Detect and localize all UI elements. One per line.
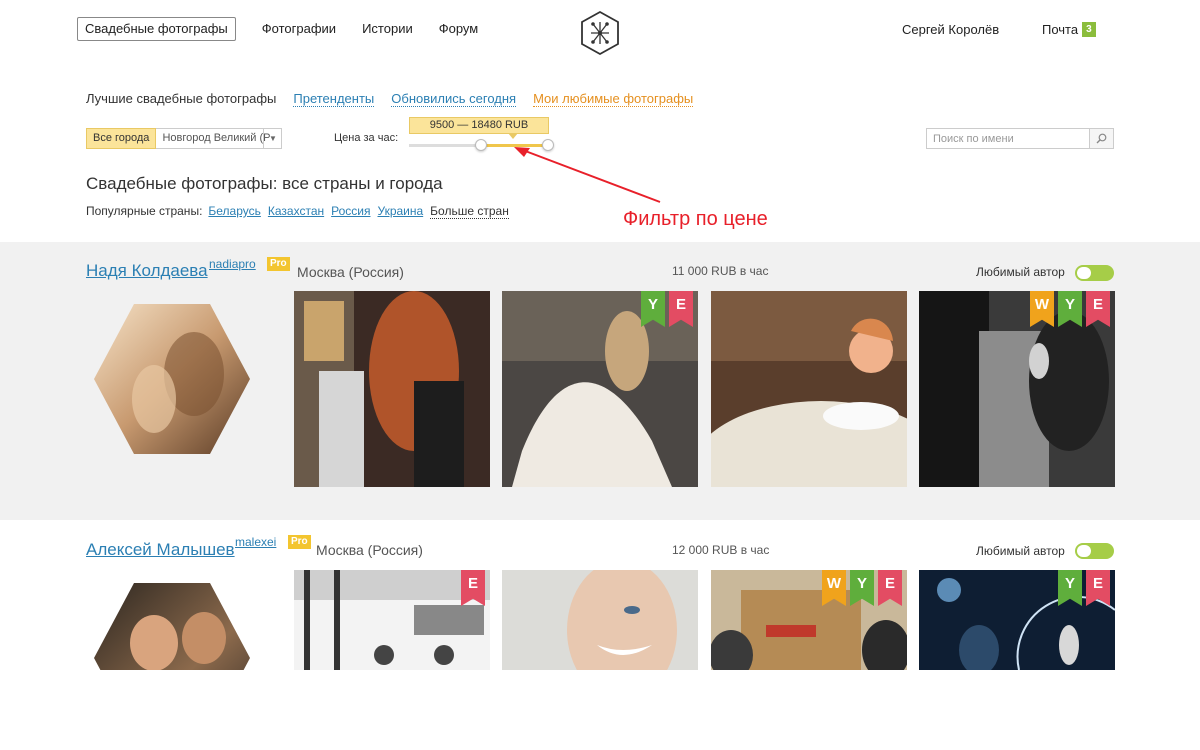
country-link-russia[interactable]: Россия (331, 204, 370, 219)
country-link-ukraine[interactable]: Украина (377, 204, 423, 219)
search-button[interactable] (1089, 129, 1113, 148)
photo-ribbons: Y E (637, 291, 693, 327)
ribbon-e-icon: E (1086, 570, 1110, 606)
tab-contenders[interactable]: Претенденты (293, 91, 375, 107)
nav-forum[interactable]: Форум (439, 18, 479, 40)
photo-image (711, 291, 907, 487)
photographer-avatar[interactable] (94, 583, 250, 670)
ribbon-w-icon: W (1030, 291, 1054, 327)
photo-image (502, 570, 698, 670)
pro-badge: Pro (267, 257, 290, 271)
photo-ribbons: Y E (1054, 570, 1110, 606)
portfolio-photo[interactable]: E (294, 570, 490, 670)
ribbon-w-icon: W (822, 570, 846, 606)
photo-ribbons: W Y E (1026, 291, 1110, 327)
nav-stories[interactable]: Истории (362, 18, 413, 40)
page-title: Свадебные фотографы: все страны и города (86, 174, 443, 193)
city-select-value: Новгород Великий (Р (162, 132, 271, 144)
photographer-name-link[interactable]: Надя Колдаева (86, 261, 208, 281)
main-nav: Свадебные фотографы Фотографии Истории Ф… (77, 17, 504, 41)
photo-ribbons: W Y E (818, 570, 902, 606)
photographer-rate: 11 000 RUB в час (672, 264, 769, 278)
ribbon-e-icon: E (669, 291, 693, 327)
portfolio-photo[interactable]: Y E (919, 570, 1115, 670)
listing-tabs: Лучшие свадебные фотографы Претенденты О… (86, 91, 710, 107)
favorite-author-toggle[interactable] (1075, 265, 1114, 281)
favorite-author-label: Любимый автор (976, 265, 1065, 279)
photo-ribbons: E (457, 570, 485, 606)
favorite-author-label: Любимый автор (976, 544, 1065, 558)
mail-link[interactable]: Почта 3 (1042, 22, 1096, 37)
portfolio-photo[interactable]: Y E (502, 291, 698, 487)
photographer-nick-link[interactable]: nadiapro (209, 257, 256, 271)
city-filter: Все города Новгород Великий (Р ▼ (86, 128, 283, 149)
site-logo-icon[interactable] (579, 10, 621, 56)
photographer-card: Алексей Малышев malexei Pro Москва (Росс… (0, 520, 1200, 750)
all-cities-button[interactable]: Все города (86, 128, 157, 149)
pro-badge: Pro (288, 535, 311, 549)
ribbon-e-icon: E (1086, 291, 1110, 327)
ribbon-y-icon: Y (850, 570, 874, 606)
tab-updated-today[interactable]: Обновились сегодня (391, 91, 517, 107)
photographer-rate: 12 000 RUB в час (672, 543, 770, 557)
ribbon-y-icon: Y (641, 291, 665, 327)
portfolio-photo[interactable] (502, 570, 698, 670)
price-filter-annotation: Фильтр по цене (623, 208, 768, 230)
ribbon-e-icon: E (461, 570, 485, 606)
photographer-city: Москва (Россия) (316, 542, 423, 558)
ribbon-y-icon: Y (1058, 291, 1082, 327)
tab-best-photographers[interactable]: Лучшие свадебные фотографы (86, 91, 276, 107)
mail-count-badge: 3 (1082, 22, 1096, 37)
popular-countries: Популярные страны: Беларусь Казахстан Ро… (86, 204, 509, 219)
mail-label: Почта (1042, 22, 1079, 37)
photographer-card: Надя Колдаева nadiapro Pro Москва (Росси… (0, 242, 1200, 520)
name-search (926, 128, 1114, 149)
toggle-knob (1077, 267, 1091, 279)
portfolio-photo[interactable]: W Y E (919, 291, 1115, 487)
ribbon-y-icon: Y (1058, 570, 1082, 606)
city-select[interactable]: Новгород Великий (Р ▼ (156, 128, 283, 149)
nav-photos[interactable]: Фотографии (262, 18, 336, 40)
photographer-name-link[interactable]: Алексей Малышев (86, 540, 235, 560)
photographer-avatar[interactable] (94, 304, 250, 454)
photo-image (294, 291, 490, 487)
annotation-arrow-icon (514, 147, 661, 203)
portfolio-photo[interactable] (294, 291, 490, 487)
favorite-author-toggle[interactable] (1075, 543, 1114, 559)
photographer-nick-link[interactable]: malexei (235, 535, 276, 549)
portfolio-photo[interactable] (711, 291, 907, 487)
country-link-belarus[interactable]: Беларусь (208, 204, 260, 219)
popular-countries-label: Популярные страны: (86, 204, 203, 218)
price-slider-min-handle[interactable] (475, 139, 487, 151)
search-input[interactable] (927, 129, 1090, 148)
ribbon-e-icon: E (878, 570, 902, 606)
nav-wedding-photographers[interactable]: Свадебные фотографы (77, 17, 236, 41)
user-profile-link[interactable]: Сергей Королёв (902, 22, 999, 37)
tab-favorite-photographers[interactable]: Мои любимые фотографы (533, 91, 694, 107)
price-filter-label: Цена за час: (334, 132, 399, 144)
portfolio-photo[interactable]: W Y E (711, 570, 907, 670)
photographer-city: Москва (Россия) (297, 264, 404, 280)
chevron-down-icon: ▼ (263, 129, 281, 148)
price-range-value: 9500 — 18480 RUB (409, 117, 549, 139)
toggle-knob (1077, 545, 1091, 557)
more-countries-link[interactable]: Больше стран (430, 204, 509, 219)
search-icon (1096, 133, 1107, 144)
country-link-kazakhstan[interactable]: Казахстан (268, 204, 324, 219)
